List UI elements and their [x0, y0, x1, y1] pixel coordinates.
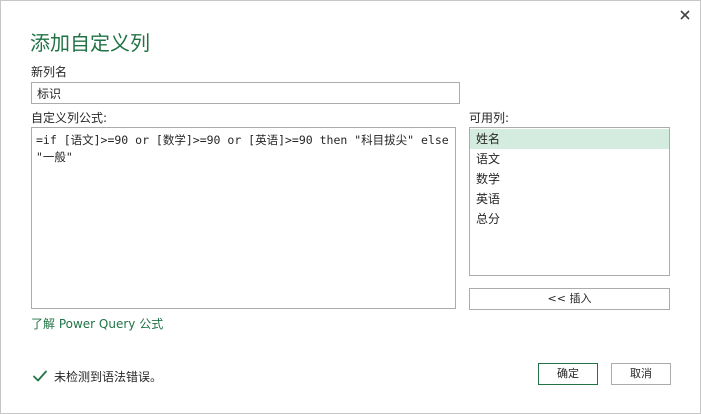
close-icon [680, 10, 690, 20]
close-button[interactable] [675, 5, 695, 25]
available-columns-list[interactable]: 姓名 语文 数学 英语 总分 [469, 127, 670, 276]
dialog-title: 添加自定义列 [30, 31, 150, 55]
column-item-english[interactable]: 英语 [470, 189, 669, 209]
insert-column-button[interactable]: << 插入 [469, 288, 670, 310]
cancel-button[interactable]: 取消 [611, 363, 671, 385]
syntax-status-message: 未检测到语法错误。 [54, 369, 163, 384]
column-item-total[interactable]: 总分 [470, 209, 669, 229]
new-column-name-label: 新列名 [31, 65, 68, 79]
custom-column-formula-label: 自定义列公式: [31, 111, 108, 125]
power-query-help-link[interactable]: 了解 Power Query 公式 [31, 317, 163, 331]
custom-column-formula-input[interactable]: =if [语文]>=90 or [数学]>=90 or [英语]>=90 the… [31, 127, 456, 309]
new-column-name-input[interactable] [31, 82, 460, 104]
ok-button[interactable]: 确定 [538, 363, 598, 385]
syntax-status: 未检测到语法错误。 [32, 368, 162, 384]
check-icon [33, 370, 47, 382]
column-item-math[interactable]: 数学 [470, 169, 669, 189]
column-item-chinese[interactable]: 语文 [470, 149, 669, 169]
available-columns-label: 可用列: [469, 111, 510, 125]
add-custom-column-dialog: 添加自定义列 新列名 自定义列公式: =if [语文]>=90 or [数学]>… [0, 0, 701, 414]
column-item-name[interactable]: 姓名 [470, 129, 669, 149]
